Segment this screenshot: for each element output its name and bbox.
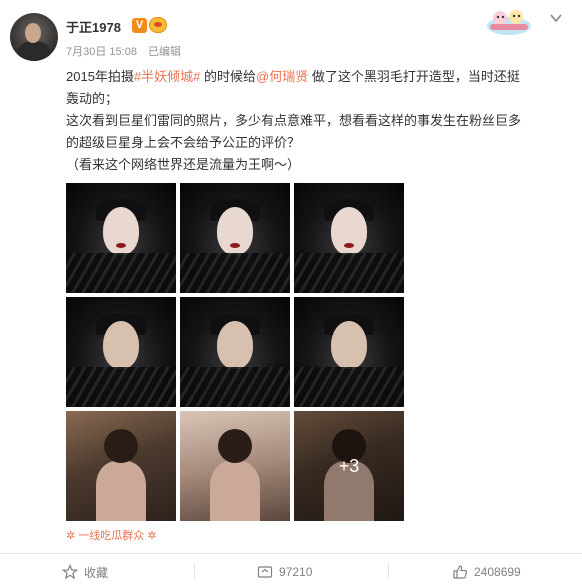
post-date[interactable]: 7月30日 15:08 bbox=[66, 46, 137, 58]
text-part2: 的时候给 bbox=[200, 69, 257, 84]
mention-link[interactable]: @何瑞贤 bbox=[256, 69, 308, 84]
photo-thumbnail[interactable] bbox=[66, 183, 176, 293]
photo-thumbnail[interactable] bbox=[294, 297, 404, 407]
post-text-line3: 这次看到巨星们雷同的照片，多少有点意难平，想看看这样的事发生在粉丝巨多 bbox=[66, 113, 522, 128]
star-icon bbox=[62, 564, 78, 580]
photo-thumbnail-more[interactable]: +3 bbox=[294, 411, 404, 521]
post-text-line5: （看来这个网络世界还是流量为王啊～） bbox=[66, 157, 301, 172]
source-label[interactable]: 一线吃瓜群众 bbox=[78, 530, 144, 542]
post-text-line1: 2015年拍摄#半妖倾城# 的时候给@何瑞贤 做了这个黑羽毛打开造型，当时还挺 bbox=[66, 66, 570, 88]
chevron-down-icon[interactable] bbox=[548, 10, 564, 26]
like-button[interactable]: 2408699 bbox=[452, 562, 521, 582]
action-separator bbox=[194, 563, 195, 579]
more-photos-count[interactable]: +3 bbox=[294, 411, 404, 521]
vip-badge-icon[interactable] bbox=[149, 17, 167, 33]
photo-thumbnail[interactable] bbox=[66, 297, 176, 407]
text-part1: 2015年拍摄 bbox=[66, 69, 134, 84]
source-icon: ✲ bbox=[66, 530, 79, 542]
verified-badge: V bbox=[132, 18, 147, 33]
card-decoration-icon bbox=[487, 10, 531, 35]
photo-thumbnail[interactable] bbox=[180, 183, 290, 293]
favorite-label: 收藏 bbox=[84, 565, 109, 580]
avatar[interactable] bbox=[10, 13, 58, 61]
post-meta: 7月30日 15:08 已编辑 bbox=[66, 43, 189, 59]
repost-count: 97210 bbox=[279, 565, 313, 579]
photo-thumbnail[interactable] bbox=[180, 297, 290, 407]
divider bbox=[0, 553, 582, 554]
edited-label[interactable]: 已编辑 bbox=[148, 46, 181, 58]
repost-button[interactable]: 97210 bbox=[257, 562, 312, 582]
topic-tag-link[interactable]: #半妖倾城# bbox=[134, 69, 200, 84]
photo-thumbnail[interactable] bbox=[294, 183, 404, 293]
post-text-line4: 的超级巨星身上会不会给予公正的评价？ bbox=[66, 135, 301, 150]
source-sparkle-icon: ✲ bbox=[144, 530, 157, 542]
post-text-line2: 轰动的； bbox=[66, 91, 119, 106]
photo-grid: +3 bbox=[66, 183, 406, 521]
repost-icon bbox=[257, 566, 273, 578]
favorite-button[interactable]: 收藏 bbox=[62, 562, 108, 582]
photo-thumbnail[interactable] bbox=[180, 411, 290, 521]
photo-thumbnail[interactable] bbox=[66, 411, 176, 521]
thumbs-up-icon bbox=[453, 565, 468, 579]
like-count: 2408699 bbox=[474, 565, 521, 579]
source-link[interactable]: ✲ 一线吃瓜群众 ✲ bbox=[66, 527, 157, 543]
text-part3: 做了这个黑羽毛打开造型，当时还挺 bbox=[308, 69, 520, 84]
username[interactable]: 于正1978 bbox=[66, 17, 121, 36]
action-separator bbox=[388, 563, 389, 579]
